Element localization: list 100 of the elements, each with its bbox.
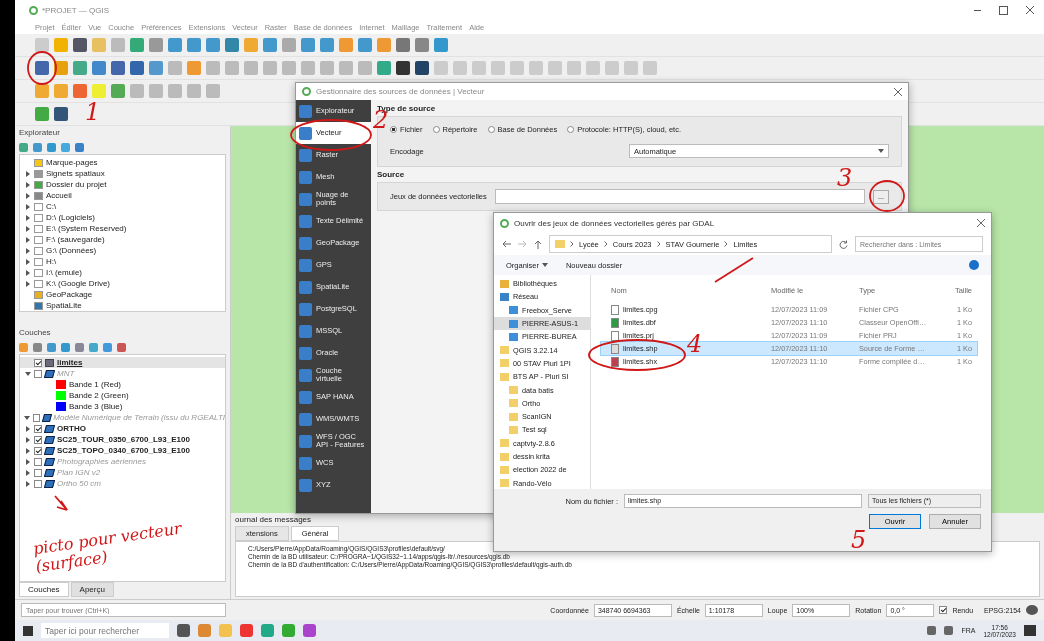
chevron-icon [724, 241, 729, 247]
layer-checkbox[interactable] [34, 435, 42, 444]
file-icon [611, 330, 619, 341]
layer-checkbox[interactable] [34, 468, 42, 477]
expand-arrow-icon[interactable] [25, 258, 30, 265]
notification-icon[interactable] [1024, 625, 1036, 636]
messages-icon[interactable] [1026, 605, 1038, 615]
layer-checkbox[interactable] [33, 413, 40, 422]
taskbar-app-icon[interactable] [198, 624, 211, 637]
browser-item[interactable]: K:\ (Google Drive) [46, 279, 111, 288]
layer-row[interactable]: limites [20, 357, 225, 368]
expand-arrow-icon[interactable] [25, 236, 30, 243]
browser-item[interactable]: E:\ (System Reserved) [46, 224, 127, 233]
layer-checkbox[interactable] [34, 369, 42, 378]
file-icon [611, 343, 619, 354]
toolbar-icon[interactable] [92, 61, 106, 75]
taskbar-app-icon[interactable] [177, 624, 190, 637]
layer-checkbox[interactable] [34, 446, 42, 455]
browser-item[interactable]: C:\ [46, 202, 57, 211]
panel-tab[interactable]: Couches [19, 582, 69, 597]
maximize-icon[interactable] [999, 5, 1008, 15]
expand-arrow-icon[interactable] [25, 192, 30, 199]
expand-arrow-icon[interactable] [25, 447, 30, 454]
toolbar-icon[interactable] [73, 38, 87, 52]
expand-arrow-icon[interactable] [25, 269, 30, 276]
panel-title: ournal des messages [235, 515, 312, 526]
close-icon[interactable] [977, 219, 985, 227]
browser-item[interactable]: Signets spatiaux [46, 169, 105, 178]
layer-name: SC25_TOUR_0350_6700_L93_E100 [57, 435, 190, 444]
handwritten-annotation: 1 [85, 100, 101, 124]
polygon-symbol-icon [45, 358, 54, 367]
toolbar-icon[interactable] [35, 84, 49, 98]
toolbar-icon[interactable] [35, 61, 49, 75]
expand-arrow-icon[interactable] [25, 480, 30, 487]
close-icon[interactable] [1026, 6, 1034, 14]
layer-name: Plan IGN v2 [57, 468, 101, 477]
close-icon[interactable] [894, 87, 902, 96]
band-name: Bande 3 (Blue) [69, 402, 123, 411]
up-arrow-icon[interactable] [534, 239, 542, 249]
browser-item[interactable]: G:\ (Données) [46, 246, 97, 255]
toolbar-icon[interactable] [111, 61, 125, 75]
taskbar-app-icon[interactable] [240, 624, 253, 637]
dataset-path-field[interactable] [494, 189, 865, 204]
toolbar-icon[interactable] [396, 38, 410, 52]
layer-row[interactable]: SC25_TOUR_0350_6700_L93_E100 [20, 434, 225, 445]
taskbar-search-field[interactable]: Taper ici pour rechercher [41, 623, 169, 638]
toolbar-icon[interactable] [396, 61, 410, 75]
minimize-icon[interactable] [974, 9, 981, 11]
browser-item[interactable]: F:\ (sauvegarde) [46, 235, 105, 244]
layer-name: ORTHO [57, 424, 86, 433]
expand-arrow-icon[interactable] [25, 225, 30, 232]
expand-arrow-icon[interactable] [25, 458, 30, 465]
browser-item[interactable]: I:\ (emule) [46, 268, 82, 277]
toolbar-icon[interactable] [415, 61, 429, 75]
render-checkbox[interactable] [939, 606, 948, 614]
band-name: Bande 2 (Green) [69, 391, 129, 400]
forward-arrow-icon[interactable] [518, 240, 527, 248]
browser-item[interactable]: D:\ (Logiciels) [46, 213, 95, 222]
expand-arrow-icon[interactable] [24, 371, 31, 376]
browser-item[interactable]: GeoPackage [46, 290, 93, 299]
layer-checkbox[interactable] [34, 479, 42, 488]
help-icon[interactable] [969, 260, 979, 270]
layer-checkbox[interactable] [34, 358, 42, 367]
toolbar-icon[interactable] [54, 107, 68, 121]
browser-item[interactable]: SpatiaLite [46, 301, 82, 310]
expand-arrow-icon[interactable] [25, 425, 30, 432]
file-icon [611, 304, 619, 315]
expand-arrow-icon[interactable] [25, 469, 30, 476]
refresh-icon[interactable] [839, 239, 848, 249]
annotation-circle [869, 180, 905, 212]
toolbar-icon[interactable] [225, 38, 239, 52]
layer-checkbox[interactable] [34, 424, 42, 433]
toolbar-icon[interactable] [130, 61, 144, 75]
browser-item[interactable]: H:\ [46, 257, 57, 266]
expand-arrow-icon[interactable] [25, 170, 30, 177]
expand-arrow-icon[interactable] [25, 203, 30, 210]
layer-checkbox[interactable] [34, 457, 42, 466]
expand-arrow-icon[interactable] [25, 214, 30, 221]
taskbar-app-icon[interactable] [261, 624, 274, 637]
layer-row[interactable]: SC25_TOPO_0340_6700_L93_E100 [20, 445, 225, 456]
expand-arrow-icon[interactable] [25, 247, 30, 254]
taskbar-app-icon[interactable] [303, 624, 316, 637]
panel-tab[interactable]: Aperçu [70, 582, 114, 597]
browser-item[interactable]: Dossier du projet [46, 180, 107, 189]
qgis-logo-icon [302, 87, 311, 96]
back-arrow-icon[interactable] [502, 240, 511, 248]
expand-arrow-icon[interactable] [25, 436, 30, 443]
toolbar-icon[interactable] [35, 38, 49, 52]
expand-arrow-icon[interactable] [25, 280, 30, 287]
browser-item[interactable]: Accueil [46, 191, 72, 200]
layer-name: Modèle Numérique de Terrain (issu du RGEALTI [53, 413, 225, 422]
toolbar-icon[interactable] [415, 38, 429, 52]
panel-title: Explorateur [19, 128, 61, 139]
layer-row[interactable]: ORTHO [20, 423, 225, 434]
expand-arrow-icon[interactable] [25, 181, 30, 188]
layer-name: Ortho 50 cm [57, 479, 101, 488]
browser-item[interactable]: Marque-pages [46, 158, 98, 167]
qgis-logo-icon [500, 218, 509, 228]
taskbar-app-icon[interactable] [282, 624, 295, 637]
start-icon[interactable] [23, 625, 33, 636]
